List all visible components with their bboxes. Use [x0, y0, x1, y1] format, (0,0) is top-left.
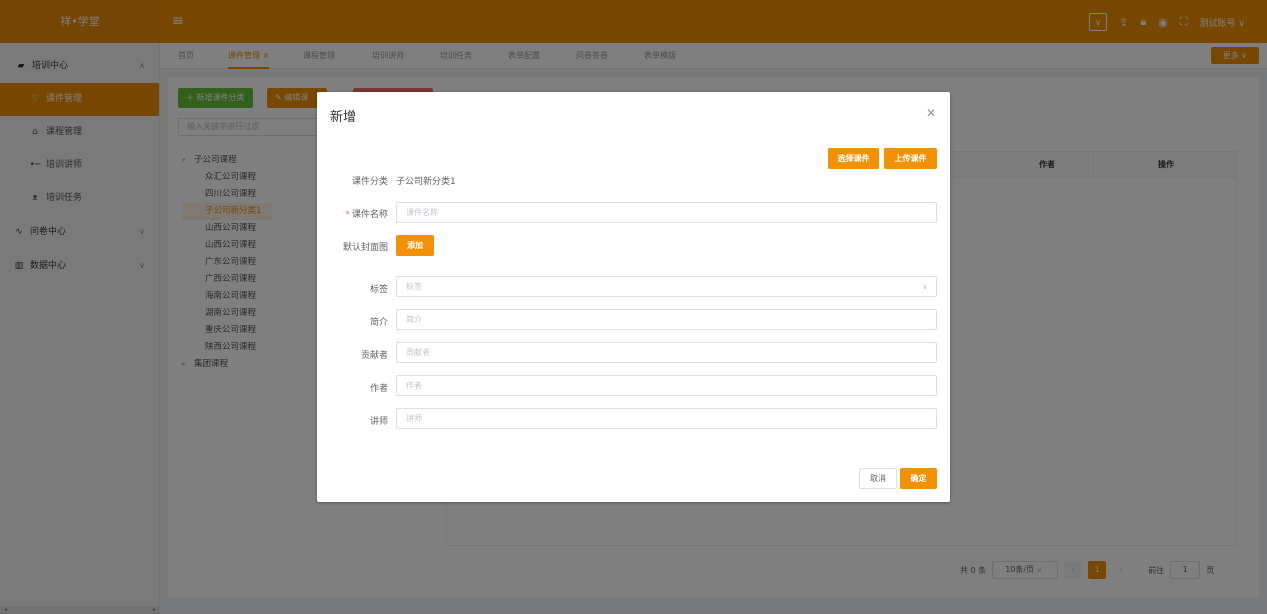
name-label: * 课件名称 — [345, 210, 388, 220]
tag-select[interactable]: 标签 ∨ — [396, 276, 937, 297]
add-cover-button[interactable]: 添加 — [396, 235, 434, 256]
tag-label: 标签 — [369, 285, 388, 295]
intro-label: 简介 — [369, 318, 388, 328]
intro-input[interactable]: 简介 — [396, 309, 937, 330]
select-courseware-button[interactable]: 选择课件 — [828, 148, 879, 169]
lecturer-input[interactable]: 讲师 — [396, 408, 937, 429]
category-value: 子公司新分类1 — [396, 177, 456, 187]
cover-label: 默认封面图 — [342, 243, 388, 253]
contributor-label: 贡献者 — [360, 351, 388, 361]
lecturer-label: 讲师 — [369, 417, 388, 427]
author-label: 作者 — [369, 384, 388, 394]
dialog-title: 新增 — [330, 110, 357, 125]
courseware-name-input[interactable]: 课件名称 — [396, 202, 937, 223]
category-label: 课件分类 — [351, 177, 388, 187]
author-input[interactable]: 作者 — [396, 375, 937, 396]
add-courseware-dialog: 新增 ✕ 选择课件 上传课件 课件分类 子公司新分类1 * 课件名称 课件名称 默… — [317, 92, 950, 502]
chevron-down-icon: ∨ — [922, 282, 928, 291]
upload-courseware-button[interactable]: 上传课件 — [884, 148, 937, 169]
cancel-button[interactable]: 取消 — [859, 468, 897, 489]
contributor-input[interactable]: 贡献者 — [396, 342, 937, 363]
confirm-button[interactable]: 确定 — [900, 468, 937, 489]
close-icon[interactable]: ✕ — [926, 106, 936, 120]
